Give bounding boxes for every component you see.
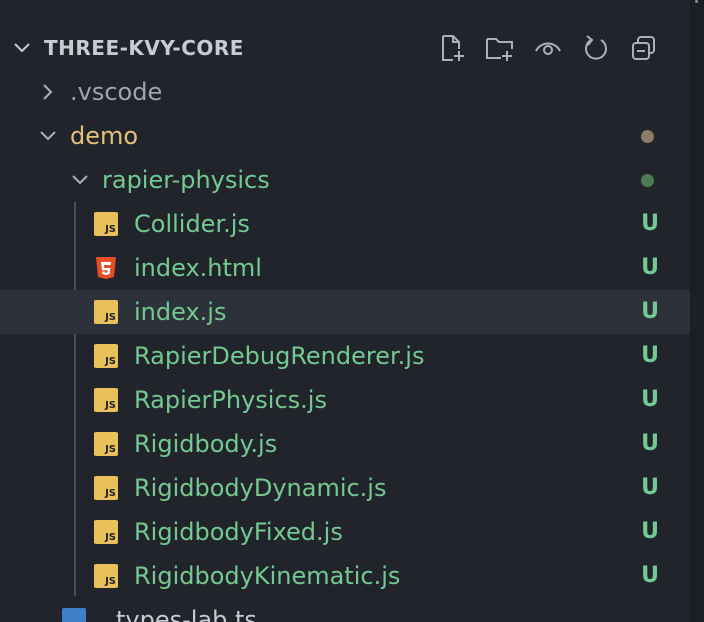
explorer-header[interactable]: THREE-KVY-CORE [0,26,690,70]
js-file-icon: JS [94,564,118,588]
tree-file-rapierdebugrenderer-js[interactable]: JS RapierDebugRenderer.js U [0,334,690,378]
js-file-icon: JS [94,344,118,368]
new-folder-button[interactable] [484,32,516,64]
new-folder-icon [486,38,513,61]
git-status-untracked: U [641,343,659,368]
refresh-button[interactable] [580,32,612,64]
tree-file-rigidbodydynamic-js[interactable]: JS RigidbodyDynamic.js U [0,466,690,510]
new-file-icon [442,35,464,61]
chevron-down-icon[interactable] [12,38,32,58]
folder-label: .vscode [70,78,163,106]
toggle-view-button[interactable] [532,32,564,64]
file-label: index.js [134,298,227,326]
file-explorer: THREE-KVY-CORE .vscode demo rapier-physi… [0,0,690,622]
folder-label: rapier-physics [102,166,270,194]
html5-file-icon [96,257,116,279]
eye-icon [535,42,561,55]
file-label: RigidbodyDynamic.js [134,474,387,502]
js-file-icon: JS [94,212,118,236]
tree-folder-vscode[interactable]: .vscode [0,70,690,114]
collapse-all-button[interactable] [628,32,660,64]
chevron-down-icon [40,131,56,141]
git-status-untracked: U [641,387,659,412]
tree-file-rigidbodykinematic-js[interactable]: JS RigidbodyKinematic.js U [0,554,690,598]
git-status-untracked: U [641,519,659,544]
top-edge-marker [695,0,698,3]
tree-file-types-lab-ts[interactable]: types-lab.ts [0,598,690,622]
tree-file-index-html[interactable]: index.html U [0,246,690,290]
file-label: index.html [134,254,262,282]
explorer-actions [436,32,660,64]
tree-folder-demo[interactable]: demo [0,114,690,158]
editor-edge [690,0,704,622]
file-label: Rigidbody.js [134,430,278,458]
git-status-untracked: U [641,475,659,500]
git-status-untracked: U [641,211,659,236]
file-label: types-lab.ts [116,606,257,622]
file-label: RigidbodyFixed.js [134,518,343,546]
js-file-icon: JS [94,388,118,412]
file-label: Collider.js [134,210,250,238]
new-file-button[interactable] [436,32,468,64]
untracked-dot [641,174,654,187]
git-status-untracked: U [641,563,659,588]
git-status-untracked: U [641,431,659,456]
chevron-down-icon [72,175,88,185]
collapse-all-icon [632,36,655,60]
workspace-title[interactable]: THREE-KVY-CORE [44,36,244,60]
tree-file-rigidbody-js[interactable]: JS Rigidbody.js U [0,422,690,466]
tree-folder-rapier-physics[interactable]: rapier-physics [0,158,690,202]
js-file-icon: JS [94,300,118,324]
tree-file-rigidbodyfixed-js[interactable]: JS RigidbodyFixed.js U [0,510,690,554]
git-status-untracked: U [641,299,659,324]
js-file-icon: JS [94,476,118,500]
file-label: RigidbodyKinematic.js [134,562,401,590]
file-label: RapierPhysics.js [134,386,327,414]
refresh-icon [585,35,607,60]
git-status-untracked: U [641,255,659,280]
chevron-right-icon [43,84,53,100]
tree-file-index-js[interactable]: JS index.js U [0,290,690,334]
tree-file-rapierphysics-js[interactable]: JS RapierPhysics.js U [0,378,690,422]
js-file-icon: JS [94,520,118,544]
tree-file-collider-js[interactable]: JS Collider.js U [0,202,690,246]
modified-dot [641,130,654,143]
file-label: RapierDebugRenderer.js [134,342,425,370]
folder-label: demo [70,122,139,150]
js-file-icon: JS [94,432,118,456]
ts-file-icon [62,608,86,622]
